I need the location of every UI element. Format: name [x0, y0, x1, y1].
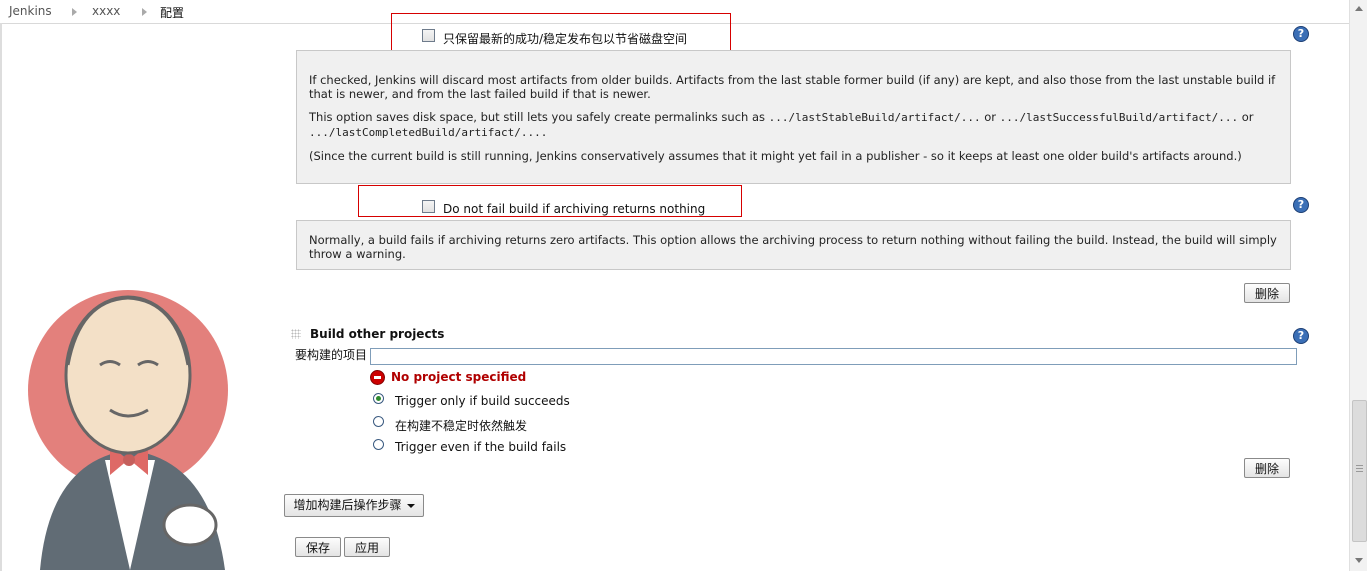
- breadcrumb-job[interactable]: xxxx: [92, 4, 120, 18]
- grip-line: [1356, 468, 1363, 469]
- allow-empty-label: Do not fail build if archiving returns n…: [443, 202, 706, 216]
- breadcrumb-separator-icon: [72, 8, 77, 16]
- help-code-last-stable: .../lastStableBuild/artifact/...: [768, 111, 981, 124]
- add-post-build-step-label: 增加构建后操作步骤: [293, 498, 402, 512]
- grip-line: [1356, 471, 1363, 472]
- help-text-p2-intro: This option saves disk space, but still …: [309, 110, 765, 124]
- radio-label-unstable: 在构建不稳定时依然触发: [395, 419, 528, 433]
- help-code-last-successful: .../lastSuccessfulBuild/artifact/...: [999, 111, 1239, 124]
- radio-label-failure: Trigger even if the build fails: [395, 440, 567, 454]
- help-text: Normally, a build fails if archiving ret…: [309, 233, 1277, 261]
- help-text-p2: This option saves disk space, but still …: [309, 110, 1278, 140]
- section-title: Build other projects: [310, 327, 445, 341]
- radio-trigger-unstable[interactable]: [373, 416, 384, 427]
- jenkins-butler-logo: [28, 290, 228, 570]
- delete-build-other-button[interactable]: 删除: [1244, 458, 1290, 478]
- chevron-down-icon: [406, 503, 415, 508]
- delete-archive-button[interactable]: 删除: [1244, 283, 1290, 303]
- latest-only-help-panel: If checked, Jenkins will discard most ar…: [296, 50, 1291, 184]
- projects-label: 要构建的项目: [295, 348, 368, 362]
- help-text-or: or: [984, 110, 996, 124]
- latest-only-label: 只保留最新的成功/稳定发布包以节省磁盘空间: [443, 32, 688, 46]
- breadcrumb-separator-icon: [142, 8, 147, 16]
- vertical-scrollbar[interactable]: [1349, 0, 1367, 571]
- save-button[interactable]: 保存: [295, 537, 341, 557]
- help-icon[interactable]: ?: [1293, 26, 1309, 42]
- radio-label-success: Trigger only if build succeeds: [395, 394, 570, 408]
- projects-input[interactable]: [370, 348, 1297, 365]
- drag-handle-icon[interactable]: [291, 329, 301, 339]
- help-text-p3: (Since the current build is still runnin…: [309, 149, 1242, 163]
- breadcrumb-configure[interactable]: 配置: [160, 4, 184, 21]
- allow-empty-checkbox[interactable]: [422, 200, 435, 213]
- radio-trigger-failure[interactable]: [373, 439, 384, 450]
- help-text-or: or: [1241, 110, 1254, 124]
- radio-trigger-success[interactable]: [373, 393, 384, 404]
- apply-button[interactable]: 应用: [344, 537, 390, 557]
- allow-empty-help-panel: Normally, a build fails if archiving ret…: [296, 220, 1291, 270]
- scrollbar-thumb[interactable]: [1352, 400, 1367, 542]
- grip-line: [1356, 465, 1363, 466]
- scroll-down-arrow-icon[interactable]: [1355, 558, 1363, 563]
- add-post-build-step-button[interactable]: 增加构建后操作步骤: [284, 494, 424, 517]
- latest-only-checkbox[interactable]: [422, 29, 435, 42]
- scroll-up-arrow-icon[interactable]: [1355, 6, 1363, 11]
- help-code-last-completed: .../lastCompletedBuild/artifact/....: [309, 126, 548, 139]
- help-icon[interactable]: ?: [1293, 328, 1309, 344]
- help-icon[interactable]: ?: [1293, 197, 1309, 213]
- side-panel-border: [0, 23, 2, 571]
- breadcrumb-jenkins[interactable]: Jenkins: [9, 4, 52, 18]
- error-message: No project specified: [391, 370, 527, 384]
- help-text-p1: If checked, Jenkins will discard most ar…: [309, 73, 1276, 101]
- error-icon: [370, 370, 385, 385]
